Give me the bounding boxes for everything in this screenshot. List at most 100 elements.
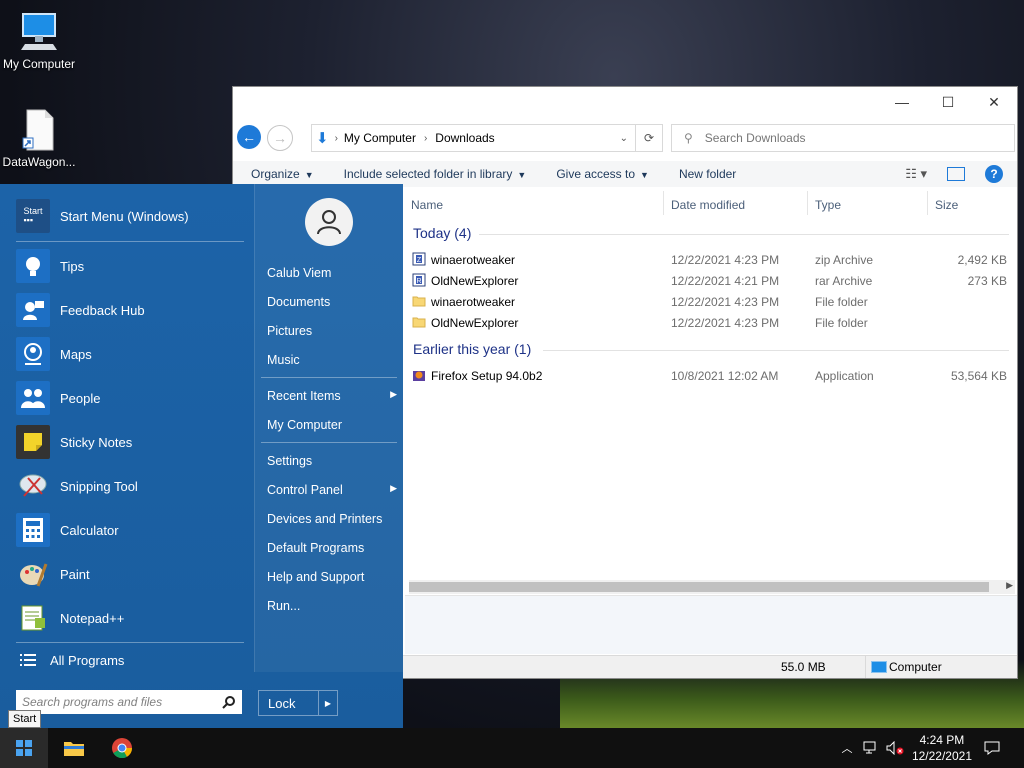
include-in-library-label: Include selected folder in library (343, 167, 513, 181)
scroll-right-icon[interactable]: ▶ (1006, 580, 1013, 591)
preview-pane-icon[interactable] (947, 167, 965, 181)
notifications-icon[interactable] (980, 728, 1004, 768)
taskbar-chrome[interactable] (100, 728, 144, 768)
column-date-modified[interactable]: Date modified (671, 198, 745, 212)
user-avatar[interactable] (305, 198, 353, 246)
taskbar-clock[interactable]: 4:24 PM 12/22/2021 (912, 732, 972, 764)
program-notepad-plus-plus[interactable]: Notepad++ (16, 598, 246, 638)
file-date: 12/22/2021 4:21 PM (671, 274, 780, 288)
program-calculator[interactable]: Calculator (16, 510, 246, 550)
navigation-bar: ← → ⬇ › My Computer › Downloads ⌄ ⟳ ⚲ Se… (233, 121, 1017, 153)
file-row[interactable]: Z winaerotweaker 12/22/2021 4:23 PM zip … (409, 249, 1009, 270)
right-item-recent-items[interactable]: Recent Items ▶ (267, 389, 397, 403)
firefox-setup-icon (413, 371, 425, 381)
network-icon[interactable] (860, 728, 882, 768)
search-box[interactable]: ⚲ Search Downloads (671, 124, 1015, 152)
status-location: Computer (889, 660, 942, 674)
show-hidden-icons-icon[interactable]: ︿ (838, 728, 856, 768)
svg-text:R: R (416, 278, 421, 285)
program-paint[interactable]: Paint (16, 554, 246, 594)
right-item-music[interactable]: Music (267, 353, 397, 367)
right-item-devices-and-printers[interactable]: Devices and Printers (267, 512, 397, 526)
give-access-button[interactable]: Give access to ▼ (556, 167, 649, 181)
status-divider (865, 656, 866, 678)
right-item-control-panel[interactable]: Control Panel ▶ (267, 483, 397, 497)
program-maps[interactable]: Maps (16, 334, 246, 374)
all-programs-label: All Programs (50, 652, 125, 668)
desktop-icon-my-computer[interactable]: My Computer (0, 10, 82, 71)
file-name: winaerotweaker (431, 295, 516, 309)
program-label: Snipping Tool (60, 478, 138, 494)
new-folder-button[interactable]: New folder (679, 167, 736, 181)
start-search-box[interactable]: Search programs and files (16, 690, 242, 714)
maps-icon (16, 337, 50, 371)
file-size: 273 KB (967, 274, 1007, 288)
maximize-icon[interactable]: ☐ (925, 87, 971, 117)
right-item-label: Recent Items (267, 389, 341, 403)
program-people[interactable]: People (16, 378, 246, 418)
program-label: Sticky Notes (60, 434, 133, 450)
column-name[interactable]: Name (411, 198, 443, 212)
group-header-today[interactable]: Today (4) (413, 225, 1009, 241)
horizontal-scrollbar[interactable]: ▶ (409, 580, 1015, 594)
right-item-documents[interactable]: Documents (267, 295, 397, 309)
pinned-programs: Start ▪▪▪ Start Menu (Windows) Tips Feedb… (0, 184, 254, 672)
right-item-pictures[interactable]: Pictures (267, 324, 397, 338)
scrollbar-thumb[interactable] (409, 582, 989, 592)
program-start-menu-windows[interactable]: Start ▪▪▪ Start Menu (Windows) (16, 196, 246, 236)
address-bar[interactable]: ⬇ › My Computer › Downloads ⌄ ⟳ (311, 124, 663, 152)
right-item-help-and-support[interactable]: Help and Support (267, 570, 397, 584)
column-type[interactable]: Type (815, 198, 841, 212)
organize-button[interactable]: Organize ▼ (251, 167, 314, 181)
breadcrumb-my-computer[interactable]: My Computer (344, 131, 416, 145)
file-row[interactable]: R OldNewExplorer 12/22/2021 4:21 PM rar … (409, 270, 1009, 291)
taskbar-file-explorer[interactable] (52, 728, 96, 768)
folder-icon (412, 296, 426, 307)
view-options-icon[interactable]: ☷ ▾ (905, 166, 927, 182)
desktop-icon-datawagon[interactable]: DataWagon... (0, 108, 82, 169)
file-row[interactable]: OldNewExplorer 12/22/2021 4:23 PM File f… (409, 312, 1009, 333)
minimize-icon[interactable]: — (879, 87, 925, 117)
program-label: Calculator (60, 522, 119, 538)
computer-icon (21, 13, 57, 50)
right-item-settings[interactable]: Settings (267, 454, 397, 468)
all-programs-button[interactable]: All Programs (16, 640, 246, 680)
notepad-plus-plus-icon (16, 601, 50, 635)
program-label: Paint (60, 566, 90, 582)
start-button[interactable] (0, 728, 48, 768)
right-item-user[interactable]: Calub Viem (267, 266, 397, 280)
list-icon (16, 643, 40, 677)
start-menu-right-pane: Calub Viem Documents Pictures Music Rece… (254, 184, 404, 672)
start-tooltip: Start (8, 710, 42, 728)
breadcrumb-downloads[interactable]: Downloads (435, 131, 494, 145)
right-item-my-computer[interactable]: My Computer (267, 418, 397, 432)
close-icon[interactable]: ✕ (971, 87, 1017, 117)
column-size[interactable]: Size (935, 198, 958, 212)
forward-icon[interactable]: → (267, 125, 293, 151)
power-options-arrow-icon[interactable]: ▶ (318, 691, 337, 715)
group-header-earlier-this-year[interactable]: Earlier this year (1) (413, 341, 1009, 357)
start-search-input[interactable]: Search programs and files (22, 695, 222, 709)
help-icon[interactable]: ? (985, 165, 1003, 183)
volume-muted-icon[interactable] (884, 728, 906, 768)
file-type: rar Archive (815, 274, 873, 288)
program-snipping-tool[interactable]: Snipping Tool (16, 466, 246, 506)
program-tips[interactable]: Tips (16, 246, 246, 286)
paint-palette-icon (16, 557, 50, 591)
group-title: Today (4) (413, 225, 472, 241)
file-row[interactable]: Firefox Setup 94.0b2 10/8/2021 12:02 AM … (409, 365, 1009, 386)
search-icon (222, 696, 235, 709)
refresh-icon[interactable]: ⟳ (635, 125, 662, 151)
right-item-run[interactable]: Run... (267, 599, 397, 613)
include-in-library-button[interactable]: Include selected folder in library ▼ (344, 167, 527, 181)
lock-button[interactable]: Lock ▶ (258, 690, 338, 716)
address-dropdown-icon[interactable]: ⌄ (620, 133, 628, 144)
program-feedback-hub[interactable]: Feedback Hub (16, 290, 246, 330)
search-input[interactable]: Search Downloads (705, 131, 806, 145)
right-item-default-programs[interactable]: Default Programs (267, 541, 397, 555)
file-size: 53,564 KB (950, 369, 1007, 383)
back-icon[interactable]: ← (237, 125, 261, 149)
file-name: Firefox Setup 94.0b2 (431, 369, 543, 383)
file-row[interactable]: winaerotweaker 12/22/2021 4:23 PM File f… (409, 291, 1009, 312)
program-sticky-notes[interactable]: Sticky Notes (16, 422, 246, 462)
